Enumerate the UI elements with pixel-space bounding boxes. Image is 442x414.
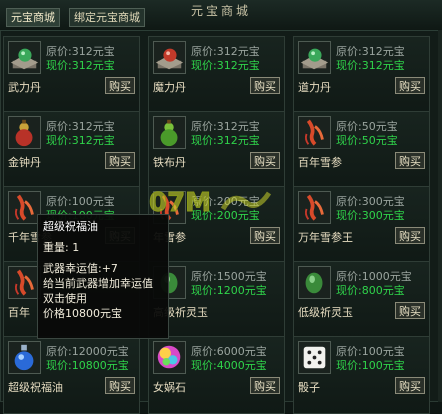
shop-item-cell[interactable]: 原价:6000元宝 现价:4000元宝 女娲石 购买	[148, 336, 285, 414]
item-name: 万年雪参王	[298, 231, 353, 244]
item-tooltip: 超级祝福油 重量: 1 武器幸运值:+7 给当前武器增加幸运值 双击使用 价格1…	[37, 214, 169, 339]
current-price: 现价:50元宝	[336, 134, 398, 147]
buy-button[interactable]: 购买	[395, 377, 425, 394]
current-price: 现价:10800元宝	[46, 359, 129, 372]
shop-item-cell[interactable]: 原价:1000元宝 现价:800元宝 低级祈灵玉 购买	[293, 261, 430, 339]
tab-yuanbao-shop[interactable]: 元宝商城	[6, 8, 60, 27]
item-name: 超级祝福油	[8, 381, 63, 394]
scrollbar[interactable]	[438, 30, 442, 402]
current-price: 现价:100元宝	[336, 359, 405, 372]
item-name: 低级祈灵玉	[298, 306, 353, 319]
buy-button[interactable]: 购买	[105, 152, 135, 169]
shop-item-cell[interactable]: 原价:312元宝 现价:312元宝 金钟丹 购买	[3, 111, 140, 189]
current-price: 现价:312元宝	[191, 134, 260, 147]
window-title: 元宝商城	[190, 4, 251, 18]
red-orb-pedestal-icon[interactable]	[153, 41, 186, 74]
item-name: 骰子	[298, 381, 320, 394]
current-price: 现价:800元宝	[336, 284, 405, 297]
ginseng-icon[interactable]	[298, 116, 331, 149]
tooltip-luck: 武器幸运值:+7	[43, 262, 118, 275]
buy-button[interactable]: 购买	[395, 152, 425, 169]
shop-item-cell[interactable]: 原价:312元宝 现价:312元宝 铁布丹 购买	[148, 111, 285, 189]
green-orb-pedestal-icon[interactable]	[8, 41, 41, 74]
buy-button[interactable]: 购买	[395, 227, 425, 244]
item-name: 女娲石	[153, 381, 186, 394]
ginseng-icon[interactable]	[298, 191, 331, 224]
current-price: 现价:312元宝	[191, 59, 260, 72]
item-name: 铁布丹	[153, 156, 186, 169]
shop-item-cell[interactable]: 原价:100元宝 现价:100元宝 骰子 购买	[293, 336, 430, 414]
buy-button[interactable]: 购买	[395, 77, 425, 94]
dice-icon[interactable]	[298, 341, 331, 374]
gourd-red-icon[interactable]	[8, 116, 41, 149]
buy-button[interactable]: 购买	[395, 302, 425, 319]
item-name: 百年	[8, 306, 30, 319]
buy-button[interactable]: 购买	[250, 227, 280, 244]
tooltip-usage: 双击使用	[43, 292, 87, 305]
buy-button[interactable]: 购买	[250, 77, 280, 94]
rainbow-stone-icon[interactable]	[153, 341, 186, 374]
current-price: 现价:312元宝	[46, 134, 115, 147]
buy-button[interactable]: 购买	[250, 152, 280, 169]
title-bar: 元宝商城	[0, 0, 442, 31]
item-name: 魔力丹	[153, 81, 186, 94]
current-price: 现价:300元宝	[336, 209, 405, 222]
item-name: 武力丹	[8, 81, 41, 94]
shop-item-cell[interactable]: 原价:12000元宝 现价:10800元宝 超级祝福油 购买	[3, 336, 140, 414]
shop-item-cell[interactable]: 原价:312元宝 现价:312元宝 魔力丹 购买	[148, 36, 285, 114]
tooltip-weight: 重量: 1	[43, 241, 80, 254]
current-price: 现价:312元宝	[336, 59, 405, 72]
buy-button[interactable]: 购买	[105, 377, 135, 394]
shop-item-cell[interactable]: 原价:312元宝 现价:312元宝 武力丹 购买	[3, 36, 140, 114]
current-price: 现价:4000元宝	[191, 359, 267, 372]
gourd-green-icon[interactable]	[153, 116, 186, 149]
shop-item-cell[interactable]: 原价:312元宝 现价:312元宝 道力丹 购买	[293, 36, 430, 114]
item-name: 道力丹	[298, 81, 331, 94]
current-price: 现价:1200元宝	[191, 284, 267, 297]
tooltip-effect: 给当前武器增加幸运值	[43, 277, 153, 290]
buy-button[interactable]: 购买	[250, 377, 280, 394]
current-price: 现价:312元宝	[46, 59, 115, 72]
tooltip-title: 超级祝福油	[43, 220, 98, 233]
shop-item-cell[interactable]: 原价:300元宝 现价:300元宝 万年雪参王 购买	[293, 186, 430, 264]
tooltip-price: 价格10800元宝	[43, 307, 122, 320]
shop-item-cell[interactable]: 原价:50元宝 现价:50元宝 百年雪参 购买	[293, 111, 430, 189]
jade-icon[interactable]	[298, 266, 331, 299]
item-name: 百年雪参	[298, 156, 342, 169]
green-orb-pedestal-icon[interactable]	[298, 41, 331, 74]
tab-bound-yuanbao-shop[interactable]: 绑定元宝商城	[69, 8, 145, 27]
buy-button[interactable]: 购买	[105, 77, 135, 94]
blue-potion-icon[interactable]	[8, 341, 41, 374]
item-name: 金钟丹	[8, 156, 41, 169]
